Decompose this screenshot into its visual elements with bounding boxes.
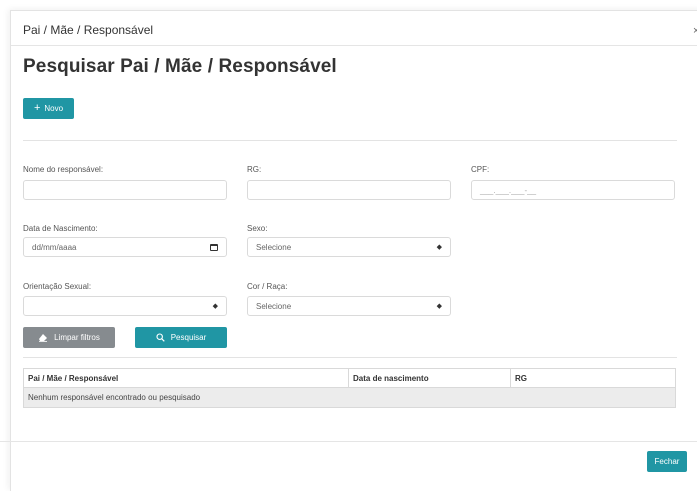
table-header-nascimento: Data de nascimento: [349, 369, 511, 387]
rg-input[interactable]: [247, 180, 451, 200]
cpf-placeholder: ___.___.___-__: [480, 185, 537, 195]
cor-label: Cor / Raça:: [247, 282, 288, 291]
modal-header: Pai / Mãe / Responsável ×: [11, 11, 697, 46]
divider: [23, 140, 677, 141]
sexo-selected: Selecione: [256, 242, 292, 252]
updown-caret-icon: ◆: [436, 303, 442, 310]
table-header-rg: RG: [515, 373, 527, 383]
cpf-input[interactable]: ___.___.___-__: [471, 180, 675, 200]
footer-divider: [0, 441, 697, 442]
table-empty-row: Nenhum responsável encontrado ou pesquis…: [24, 388, 675, 407]
eraser-icon: [39, 334, 48, 342]
new-button[interactable]: + Novo: [23, 98, 74, 119]
orientacao-select[interactable]: ◆: [23, 296, 227, 316]
close-button[interactable]: Fechar: [647, 451, 687, 472]
plus-icon: +: [33, 102, 41, 114]
clear-filters-button[interactable]: Limpar filtros: [23, 327, 115, 348]
divider: [23, 357, 677, 358]
sexo-select[interactable]: Selecione ◆: [247, 237, 451, 257]
nascimento-placeholder: dd/mm/aaaa: [32, 242, 77, 252]
nascimento-label: Data de Nascimento:: [23, 224, 98, 233]
calendar-icon[interactable]: [210, 243, 218, 251]
orientacao-label: Orientação Sexual:: [23, 282, 92, 291]
results-table: Pai / Mãe / Responsável Data de nascimen…: [23, 368, 676, 408]
search-icon: [156, 333, 165, 342]
search-button[interactable]: Pesquisar: [135, 327, 227, 348]
modal-title: Pai / Mãe / Responsável: [23, 23, 154, 37]
new-button-label: Novo: [44, 104, 64, 113]
updown-caret-icon: ◆: [212, 303, 218, 310]
nome-input[interactable]: [23, 180, 227, 200]
nascimento-date-input[interactable]: dd/mm/aaaa: [23, 237, 227, 257]
cpf-label: CPF:: [471, 165, 490, 174]
clear-filters-label: Limpar filtros: [54, 333, 100, 342]
cor-selected: Selecione: [256, 301, 292, 311]
table-header-row: Pai / Mãe / Responsável Data de nascimen…: [24, 369, 675, 388]
table-header-responsavel: Pai / Mãe / Responsável: [24, 369, 349, 387]
sexo-label: Sexo:: [247, 224, 268, 233]
search-button-label: Pesquisar: [170, 333, 207, 342]
page-title: Pesquisar Pai / Mãe / Responsável: [23, 56, 337, 77]
close-icon[interactable]: ×: [693, 25, 697, 37]
rg-label: RG:: [247, 165, 262, 174]
cor-select[interactable]: Selecione ◆: [247, 296, 451, 316]
updown-caret-icon: ◆: [436, 244, 442, 251]
nome-label: Nome do responsável:: [23, 165, 104, 174]
